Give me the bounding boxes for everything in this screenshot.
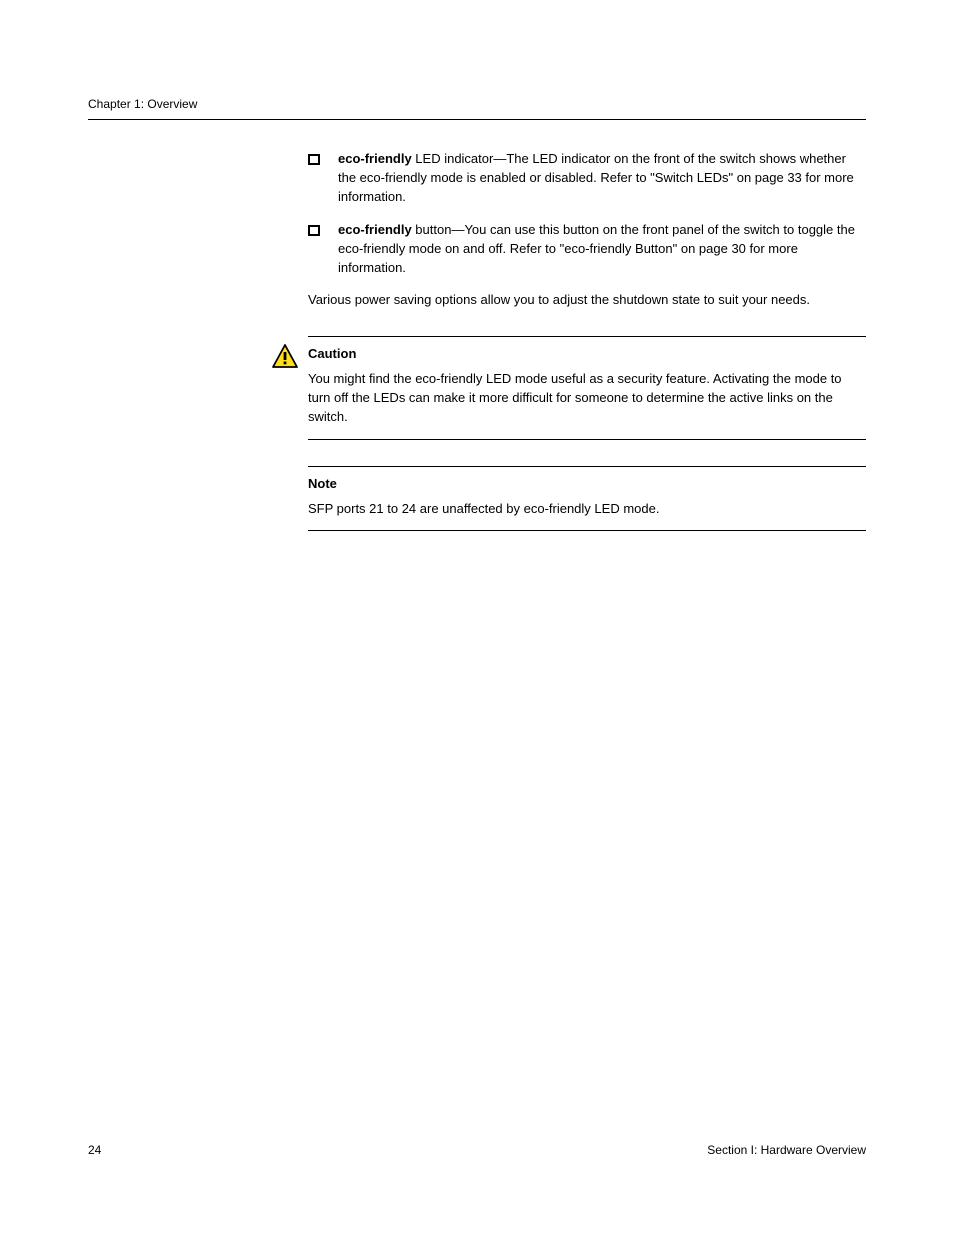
list-text: eco-friendly button—You can use this but…	[338, 221, 866, 278]
warning-triangle-icon	[272, 344, 298, 368]
callout-label: Note	[308, 475, 866, 494]
feature-list: eco-friendly LED indicator—The LED indic…	[308, 150, 866, 277]
paragraph: Various power saving options allow you t…	[308, 291, 866, 310]
running-head-left: Chapter 1: Overview	[88, 96, 197, 113]
list-rest: button—You can use this button on the fr…	[338, 222, 855, 275]
callout-bottom-rule	[308, 530, 866, 531]
body-content: eco-friendly LED indicator—The LED indic…	[308, 150, 866, 277]
callout-label: Caution	[308, 345, 866, 364]
callout-bottom-rule	[308, 439, 866, 440]
caution-callout: Caution You might find the eco-friendly …	[308, 336, 866, 439]
callout-group: Caution You might find the eco-friendly …	[308, 336, 866, 531]
list-lead: eco-friendly	[338, 222, 412, 237]
running-head: Chapter 1: Overview	[88, 96, 866, 113]
list-rest: LED indicator—The LED indicator on the f…	[338, 151, 854, 204]
page-footer: 24 Section I: Hardware Overview	[88, 1142, 866, 1159]
footer-title: Section I: Hardware Overview	[707, 1142, 866, 1159]
list-item: eco-friendly button—You can use this but…	[308, 221, 866, 278]
note-callout: Note SFP ports 21 to 24 are unaffected b…	[308, 466, 866, 532]
list-lead: eco-friendly	[338, 151, 412, 166]
list-item: eco-friendly LED indicator—The LED indic…	[308, 150, 866, 207]
list-text: eco-friendly LED indicator—The LED indic…	[338, 150, 866, 207]
callout-text: SFP ports 21 to 24 are unaffected by eco…	[308, 501, 659, 516]
page-number: 24	[88, 1142, 101, 1159]
header-rule	[88, 119, 866, 120]
callout-text: You might find the eco-friendly LED mode…	[308, 371, 842, 424]
bullet-box-icon	[308, 154, 320, 165]
bullet-box-icon	[308, 225, 320, 236]
